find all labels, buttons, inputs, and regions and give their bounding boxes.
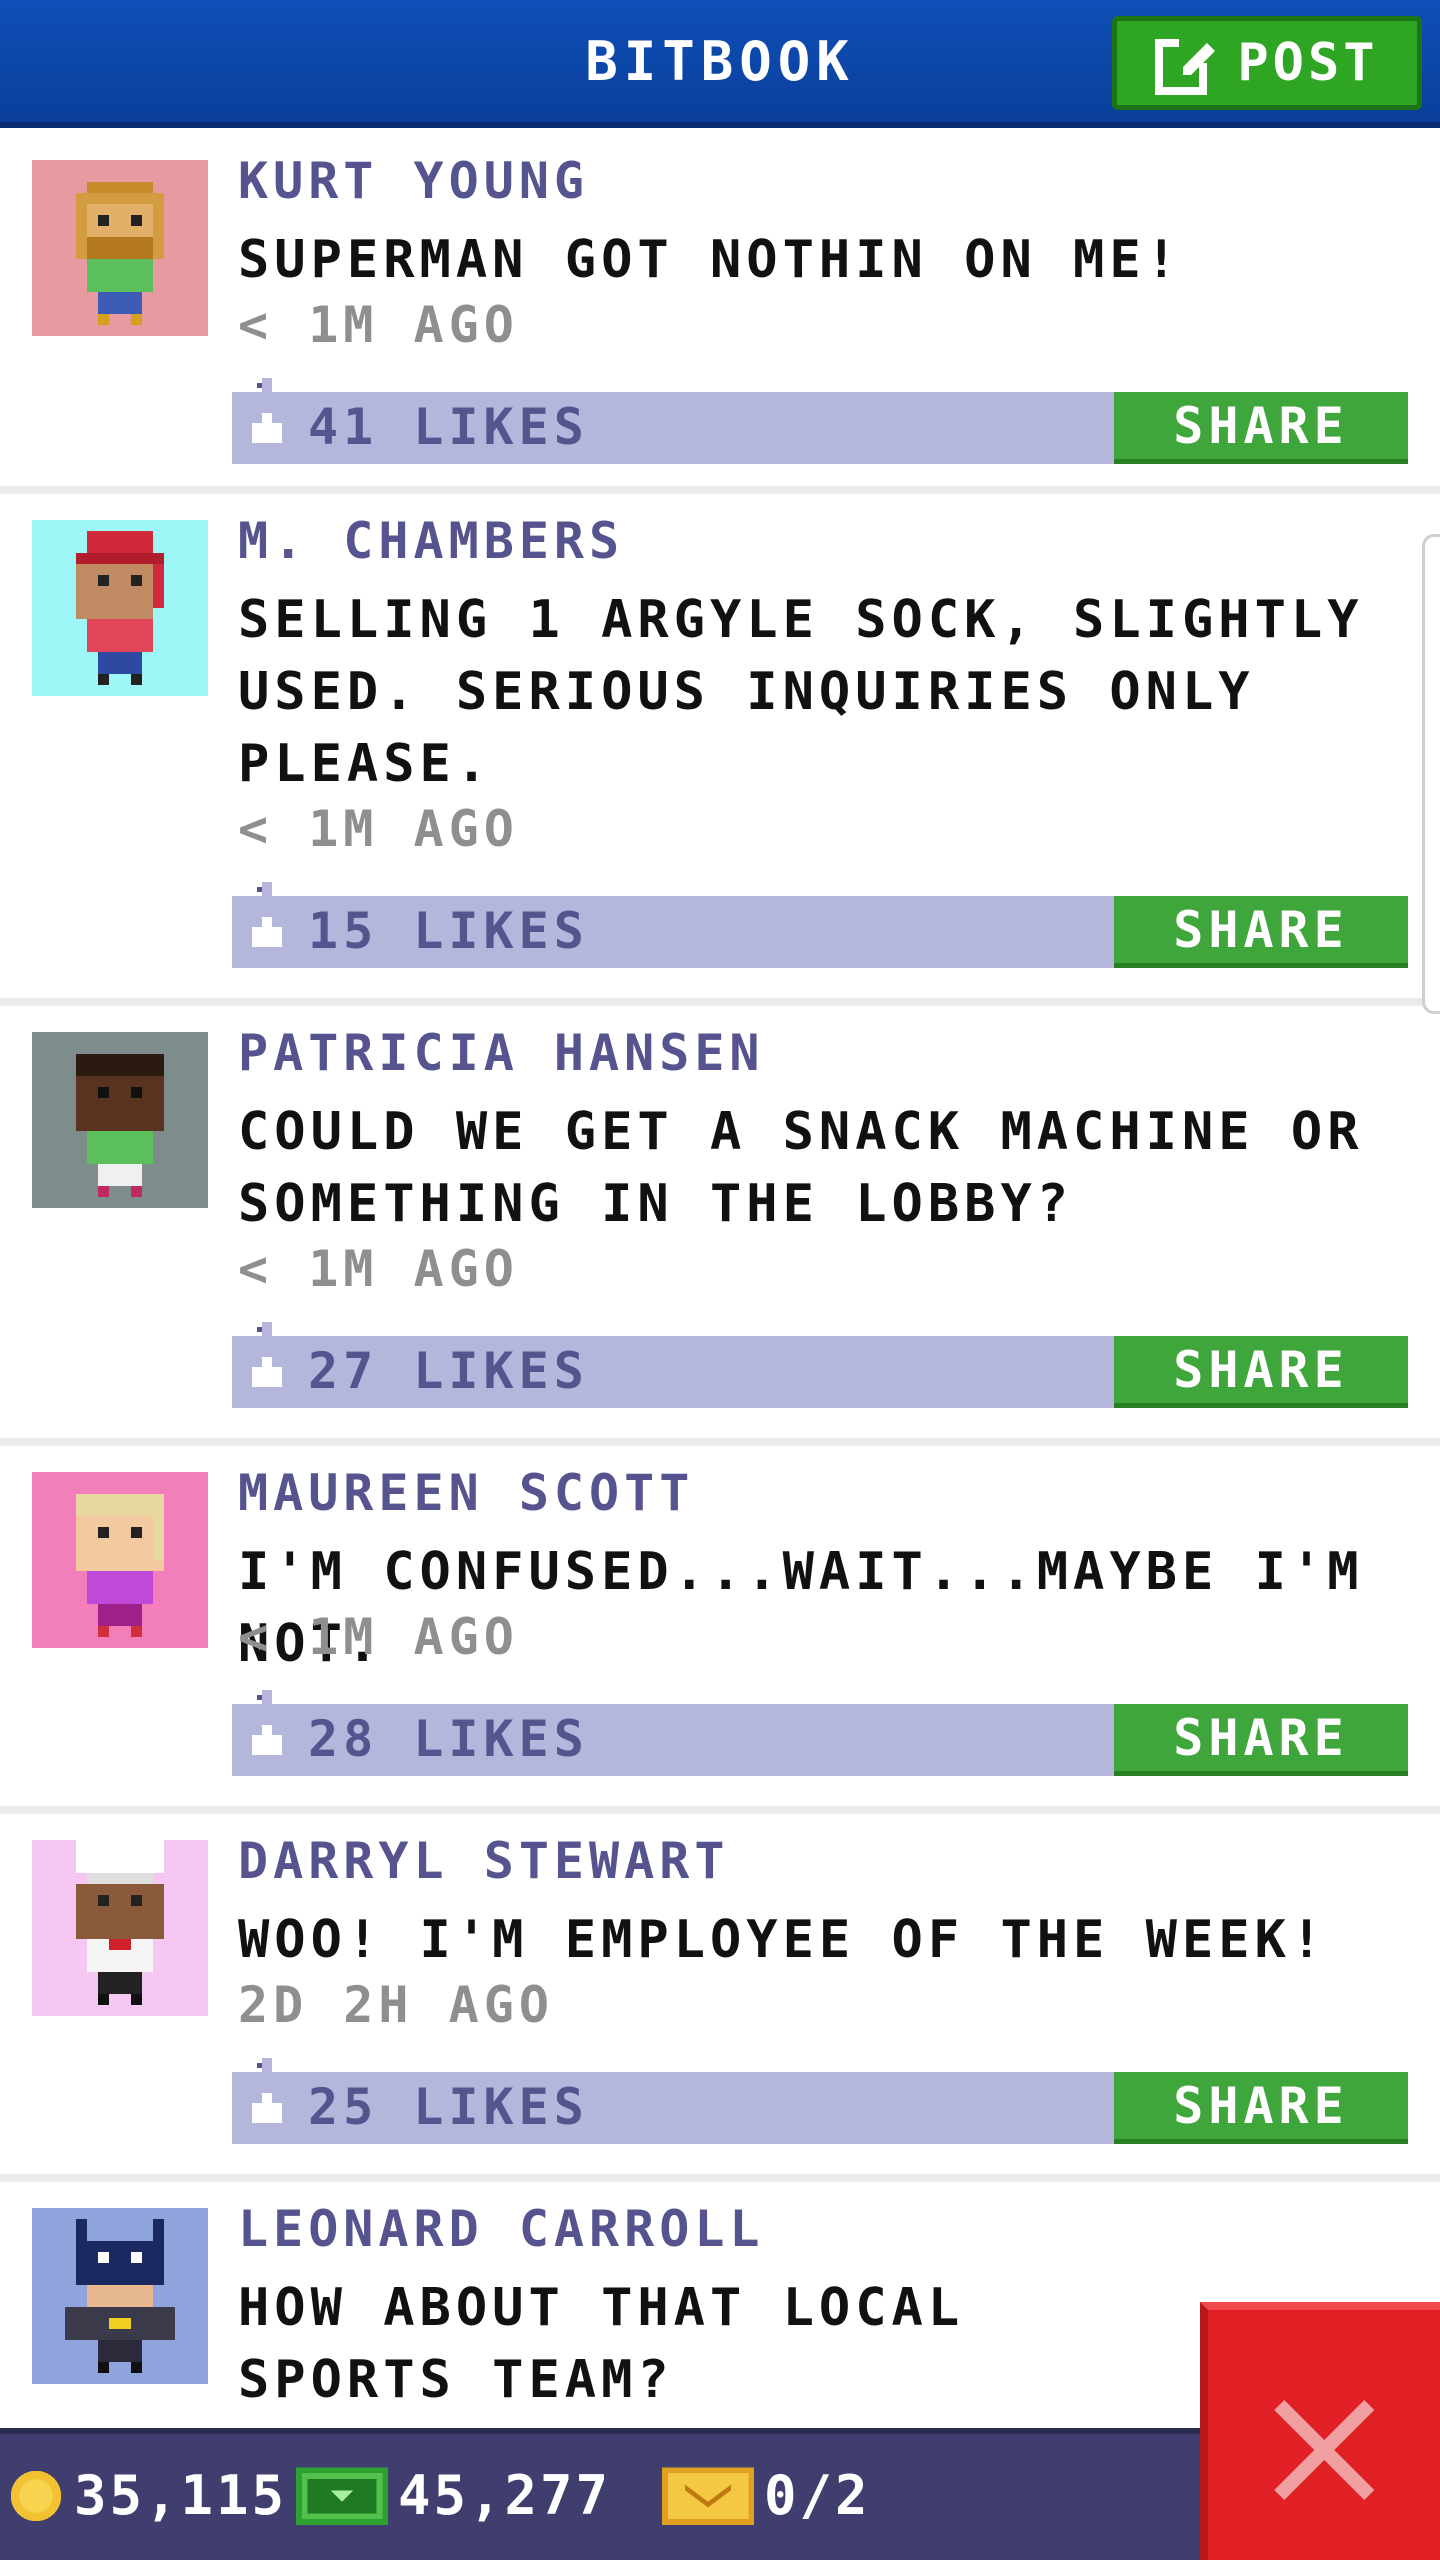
feed-post: PATRICIA HANSEN COULD WE GET A SNACK MAC… xyxy=(0,1006,1440,1446)
coins-stat: 35,115 xyxy=(8,2464,287,2527)
feed-post: KURT YOUNG SUPERMAN GOT NOTHIN ON ME! < … xyxy=(0,134,1440,494)
post-author: KURT YOUNG xyxy=(238,152,590,210)
app-header: BITBOOK POST xyxy=(0,0,1440,128)
bux-stat: 45,277 xyxy=(296,2464,611,2527)
post-timestamp: < 1M AGO xyxy=(238,1608,519,1666)
bux-icon xyxy=(296,2466,388,2525)
thumb-up-icon[interactable] xyxy=(242,1322,292,1402)
post-message: SUPERMAN GOT NOTHIN ON ME! xyxy=(238,230,1182,290)
post-author: PATRICIA HANSEN xyxy=(238,1024,765,1082)
post-timestamp: < 1M AGO xyxy=(238,800,519,858)
avatar xyxy=(32,160,208,336)
close-icon xyxy=(1274,2400,1374,2500)
post-timestamp: < 1M AGO xyxy=(238,296,519,354)
avatar xyxy=(32,520,208,696)
scrollbar[interactable] xyxy=(1422,534,1440,1014)
coins-value: 35,115 xyxy=(74,2464,288,2527)
post-author: DARRYL STEWART xyxy=(238,1832,730,1890)
feed-post: MAUREEN SCOTT I'M CONFUSED...WAIT...MAYB… xyxy=(0,1446,1440,1814)
feed-post: DARRYL STEWART WOO! I'M EMPLOYEE OF THE … xyxy=(0,1814,1440,2182)
thumb-up-icon[interactable] xyxy=(242,1690,292,1770)
bux-value: 45,277 xyxy=(398,2464,612,2527)
feed-post: M. CHAMBERS SELLING 1 ARGYLE SOCK, SLIGH… xyxy=(0,494,1440,1006)
likes-bar: 27 LIKES SHARE xyxy=(232,1322,1408,1408)
post-button[interactable]: POST xyxy=(1112,16,1422,110)
likes-bar: 41 LIKES SHARE xyxy=(232,378,1408,464)
likes-bar: 28 LIKES SHARE xyxy=(232,1690,1408,1776)
likes-bar: 25 LIKES SHARE xyxy=(232,2058,1408,2144)
post-author: MAUREEN SCOTT xyxy=(238,1464,695,1522)
thumb-up-icon[interactable] xyxy=(242,378,292,458)
coin-icon xyxy=(10,2470,62,2521)
likes-count: 27 LIKES xyxy=(308,1342,589,1400)
tickets-value: 0/2 xyxy=(764,2464,871,2527)
post-button-label: POST xyxy=(1237,33,1379,93)
post-message: WOO! I'M EMPLOYEE OF THE WEEK! xyxy=(238,1910,1328,1970)
post-author: M. CHAMBERS xyxy=(238,512,625,570)
post-message: COULD WE GET A SNACK MACHINE OR SOMETHIN… xyxy=(238,1102,1364,1234)
likes-bar: 15 LIKES SHARE xyxy=(232,882,1408,968)
thumb-up-icon[interactable] xyxy=(242,2058,292,2138)
post-message: SELLING 1 ARGYLE SOCK, SLIGHTLY USED. SE… xyxy=(238,590,1364,794)
avatar xyxy=(32,1840,208,2016)
share-button[interactable]: SHARE xyxy=(1114,2072,1408,2144)
share-button[interactable]: SHARE xyxy=(1114,392,1408,464)
avatar xyxy=(32,1032,208,1208)
share-button[interactable]: SHARE xyxy=(1114,896,1408,968)
post-timestamp: < 1M AGO xyxy=(238,1240,519,1298)
post-message: HOW ABOUT THAT LOCAL SPORTS TEAM? xyxy=(238,2278,965,2410)
likes-count: 25 LIKES xyxy=(308,2078,589,2136)
share-button[interactable]: SHARE xyxy=(1114,1336,1408,1408)
tickets-stat: 0/2 xyxy=(662,2464,871,2527)
post-author: LEONARD CARROLL xyxy=(238,2200,765,2258)
post-timestamp: 2D 2H AGO xyxy=(238,1976,554,2034)
share-button[interactable]: SHARE xyxy=(1114,1704,1408,1776)
likes-count: 28 LIKES xyxy=(308,1710,589,1768)
thumb-up-icon[interactable] xyxy=(242,882,292,962)
likes-count: 41 LIKES xyxy=(308,398,589,456)
close-button[interactable] xyxy=(1200,2302,1440,2560)
edit-icon xyxy=(1155,39,1216,95)
news-feed[interactable]: KURT YOUNG SUPERMAN GOT NOTHIN ON ME! < … xyxy=(0,134,1440,2428)
ticket-icon xyxy=(662,2466,754,2525)
avatar xyxy=(32,1472,208,1648)
avatar xyxy=(32,2208,208,2384)
likes-count: 15 LIKES xyxy=(308,902,589,960)
